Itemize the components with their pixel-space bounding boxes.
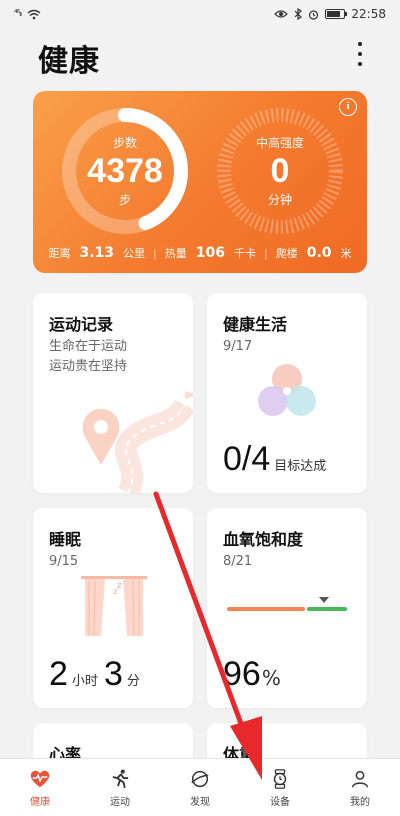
sleep-card-date: 9/15 xyxy=(49,554,79,569)
nav-item-health[interactable]: 健康 xyxy=(5,768,75,808)
steps-unit: 步 xyxy=(118,193,131,207)
heart-pulse-icon xyxy=(30,770,50,787)
nav-item-me[interactable]: 我的 xyxy=(325,768,395,808)
user-icon xyxy=(351,770,369,787)
sleep-minutes-unit: 分 xyxy=(126,674,140,689)
spo2-stat: 96 % xyxy=(223,655,287,694)
sleep-card-title: 睡眠 xyxy=(49,530,82,549)
nav-label-exercise: 运动 xyxy=(110,796,130,808)
curtain-moon-illustration: z z xyxy=(81,576,147,636)
spo2-value: 96 xyxy=(223,655,261,693)
calorie-label: 热量 xyxy=(164,247,187,260)
intensity-ring[interactable]: 中高强度 0 分钟 xyxy=(216,107,344,235)
bluetooth-icon xyxy=(294,8,303,20)
more-vertical-icon[interactable] xyxy=(356,42,364,66)
page-title: 健康 xyxy=(38,44,100,79)
sleep-duration: 2 小时 3 分 xyxy=(49,655,146,694)
running-icon xyxy=(112,769,129,788)
exercise-card-title: 运动记录 xyxy=(49,315,114,334)
floors-label: 爬楼 xyxy=(275,247,298,260)
healthy-life-card[interactable]: 健康生活 9/17 0/4 目标达成 xyxy=(207,293,367,493)
intensity-value: 0 xyxy=(270,152,290,190)
exercise-record-card[interactable]: 运动记录 生命在于运动 运动贵在坚持 xyxy=(33,293,193,493)
spo2-card-date: 8/21 xyxy=(223,554,253,569)
spo2-range-bar xyxy=(227,597,347,611)
nav-label-discover: 发现 xyxy=(190,796,210,808)
sleep-hours: 2 xyxy=(49,655,68,693)
blood-oxygen-card[interactable]: 血氧饱和度 8/21 96 % xyxy=(207,508,367,708)
bottom-nav: 健康 运动 发现 设备 我的 xyxy=(0,758,400,816)
nav-label-health: 健康 xyxy=(30,796,50,808)
planet-icon xyxy=(191,770,209,787)
watch-icon xyxy=(273,768,287,789)
nav-label-me: 我的 xyxy=(350,796,370,808)
life-goal-value: 0/4 xyxy=(223,440,271,478)
intensity-label: 中高强度 xyxy=(255,136,304,150)
sleep-minutes: 3 xyxy=(103,655,123,693)
steps-ring[interactable]: 步数 4378 步 xyxy=(61,107,189,235)
steps-label: 步数 xyxy=(112,136,137,150)
nav-label-device: 设备 xyxy=(270,796,290,808)
floors-unit: 米 xyxy=(340,247,352,260)
sleep-card[interactable]: 睡眠 9/15 z z 2 小时 3 分 xyxy=(33,508,193,708)
calorie-unit: 千卡 xyxy=(233,247,256,260)
distance-label: 距离 xyxy=(48,247,71,260)
nav-item-discover[interactable]: 发现 xyxy=(165,768,235,808)
life-card-title: 健康生活 xyxy=(223,315,288,334)
calorie-value: 106 xyxy=(195,245,225,261)
wifi-icon xyxy=(27,9,41,19)
life-stat: 0/4 目标达成 xyxy=(223,440,332,479)
signal-icon: ⁴⁶ᵢₗₗ xyxy=(14,9,22,19)
intensity-unit: 分钟 xyxy=(267,193,292,207)
exercise-card-subtitle: 生命在于运动 运动贵在坚持 xyxy=(49,337,127,377)
exercise-line1: 生命在于运动 xyxy=(49,339,128,354)
distance-value: 3.13 xyxy=(79,245,115,261)
sleep-hours-unit: 小时 xyxy=(71,674,98,689)
spo2-card-title: 血氧饱和度 xyxy=(223,530,304,549)
nav-item-exercise[interactable]: 运动 xyxy=(85,768,155,808)
goal-circles-icon xyxy=(258,364,316,416)
svg-text:z: z xyxy=(117,581,122,591)
hero-stats: 距离 3.13 公里 | 热量 106 千卡 | 爬楼 0.0 米 xyxy=(48,245,352,261)
alarm-icon xyxy=(309,9,319,20)
spo2-unit: % xyxy=(261,666,281,690)
life-goal-unit: 目标达成 xyxy=(274,459,327,474)
battery-icon xyxy=(325,9,348,19)
eye-icon xyxy=(274,10,289,18)
steps-value: 4378 xyxy=(87,152,163,190)
life-card-date: 9/17 xyxy=(223,339,253,354)
status-bar: ⁴⁶ᵢₗₗ 22:58 xyxy=(0,0,400,28)
exercise-line2: 运动贵在坚持 xyxy=(49,359,128,374)
map-route-illustration xyxy=(82,391,193,493)
distance-unit: 公里 xyxy=(123,247,146,260)
nav-item-device[interactable]: 设备 xyxy=(245,768,315,808)
activity-summary-card[interactable]: i 步数 4378 步 中高强度 0 分钟 距离 3.13 公里 | 热量 10… xyxy=(33,91,367,273)
floors-value: 0.0 xyxy=(306,245,332,261)
status-time: 22:58 xyxy=(351,7,386,21)
